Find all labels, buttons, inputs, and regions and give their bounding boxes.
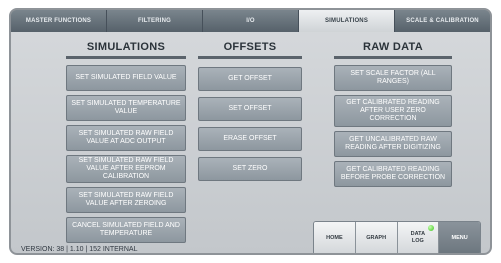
get-calibrated-reading-probe-button[interactable]: GET CALIBRATED READING BEFORE PROBE CORR…	[334, 161, 452, 187]
offsets-title: OFFSETS	[223, 41, 277, 53]
set-simulated-field-value-button[interactable]: SET SIMULATED FIELD VALUE	[66, 65, 186, 91]
tab-scale-calibration[interactable]: SCALE & CALIBRATION	[395, 10, 490, 32]
tab-io[interactable]: I/O	[203, 10, 299, 32]
offsets-divider	[198, 56, 302, 59]
status-led-icon	[428, 225, 435, 231]
get-calibrated-reading-zero-button[interactable]: GET CALIBRATED READING AFTER USER ZERO C…	[334, 95, 452, 127]
set-zero-button[interactable]: SET ZERO	[198, 157, 302, 181]
data-log-label: DATA LOG	[410, 231, 426, 244]
raw-data-divider	[334, 56, 452, 59]
raw-data-title: RAW DATA	[362, 41, 424, 53]
graph-button[interactable]: GRAPH	[355, 222, 398, 253]
menu-button[interactable]: MENU	[439, 222, 480, 253]
get-offset-button[interactable]: GET OFFSET	[198, 67, 302, 91]
simulations-screen: MASTER FUNCTIONS FILTERING I/O SIMULATIO…	[9, 8, 492, 255]
bottom-nav: HOME GRAPH DATA LOG MENU	[313, 221, 481, 253]
set-simulated-raw-field-eeprom-button[interactable]: SET SIMULATED RAW FIELD VALUE AFTER EEPR…	[66, 155, 186, 183]
get-uncalibrated-raw-reading-button[interactable]: GET UNCALIBRATED RAW READING AFTER DIGIT…	[334, 131, 452, 157]
tab-master-functions[interactable]: MASTER FUNCTIONS	[11, 10, 107, 32]
data-log-button[interactable]: DATA LOG	[397, 222, 440, 253]
tab-bar: MASTER FUNCTIONS FILTERING I/O SIMULATIO…	[11, 10, 490, 32]
tab-simulations[interactable]: SIMULATIONS	[299, 10, 395, 32]
set-simulated-raw-field-adc-button[interactable]: SET SIMULATED RAW FIELD VALUE AT ADC OUT…	[66, 125, 186, 151]
simulations-title: SIMULATIONS	[86, 41, 166, 53]
set-simulated-raw-field-zeroing-button[interactable]: SET SIMULATED RAW FIELD VALUE AFTER ZERO…	[66, 187, 186, 213]
set-scale-factor-button[interactable]: SET SCALE FACTOR (ALL RANGES)	[334, 65, 452, 91]
tab-filtering[interactable]: FILTERING	[107, 10, 203, 32]
set-offset-button[interactable]: SET OFFSET	[198, 97, 302, 121]
home-button[interactable]: HOME	[314, 222, 356, 253]
erase-offset-button[interactable]: ERASE OFFSET	[198, 127, 302, 151]
set-simulated-temperature-value-button[interactable]: SET SIMULATED TEMPERATURE VALUE	[66, 95, 186, 121]
simulations-divider	[66, 56, 186, 59]
version-label: VERSION: 38 | 1.10 | 152 INTERNAL	[21, 246, 138, 253]
cancel-simulated-field-button[interactable]: CANCEL SIMULATED FIELD AND TEMPERATURE	[66, 217, 186, 243]
